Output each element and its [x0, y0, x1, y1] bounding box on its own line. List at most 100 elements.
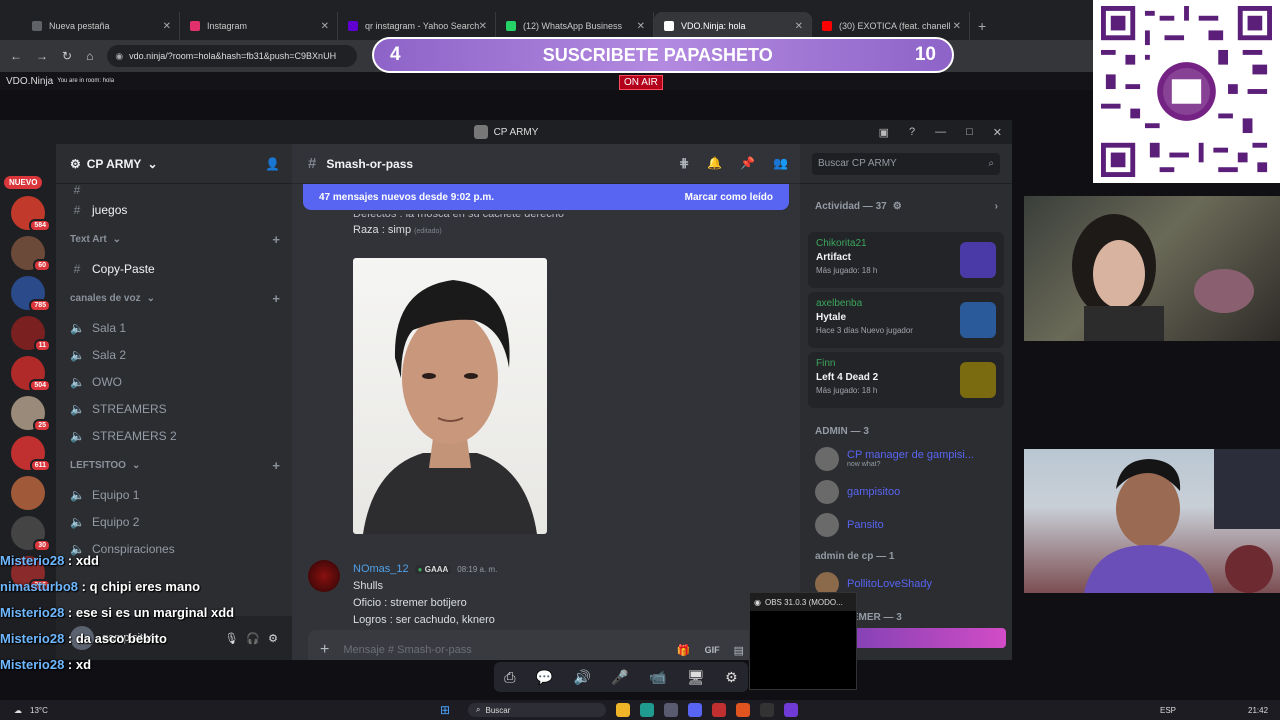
activity-card[interactable]: axelbenba Hytale Hace 3 días Nuevo jugador: [808, 292, 1004, 348]
author-avatar[interactable]: [308, 560, 340, 592]
app-icon[interactable]: [784, 703, 798, 717]
reload-icon[interactable]: ↻: [62, 49, 72, 63]
inbox-icon[interactable]: ▣: [879, 126, 889, 139]
obs-window[interactable]: ◉ OBS 31.0.3 (MODO...: [749, 592, 857, 690]
channel-item[interactable]: 🔈 Sala 1: [56, 314, 292, 341]
close-button[interactable]: ✕: [993, 126, 1002, 139]
start-button[interactable]: ⊞: [440, 703, 450, 717]
gif-icon[interactable]: GIF: [705, 645, 720, 655]
add-member-icon[interactable]: 👤: [265, 157, 280, 171]
sticker-icon[interactable]: ▤: [734, 644, 744, 657]
clock[interactable]: 21:42: [1248, 706, 1268, 715]
site-info-icon[interactable]: ◉: [115, 51, 123, 62]
file-explorer-icon[interactable]: [616, 703, 630, 717]
bell-icon[interactable]: 🔔: [707, 156, 722, 170]
app-icon[interactable]: [712, 703, 726, 717]
minimize-button[interactable]: —: [935, 126, 946, 138]
author-name[interactable]: NOmas_12: [353, 563, 409, 575]
activity-card[interactable]: Finn Left 4 Dead 2 Más jugado: 18 h: [808, 352, 1004, 408]
server-icon[interactable]: 584: [11, 196, 51, 232]
obs-app-icon[interactable]: [760, 703, 774, 717]
tab-close-icon[interactable]: ✕: [795, 21, 803, 32]
server-header[interactable]: ⚙ CP ARMY ⌄ 👤: [56, 144, 292, 184]
server-icon[interactable]: 504: [11, 356, 51, 392]
browser-tab[interactable]: Nueva pestaña ✕: [22, 12, 180, 40]
member-item[interactable]: CP manager de gampisi... now what?: [800, 442, 1012, 475]
pin-icon[interactable]: 📌: [740, 156, 755, 170]
tab-close-icon[interactable]: ✕: [637, 21, 645, 32]
taskbar-search[interactable]: ⌕ Buscar: [468, 703, 606, 717]
message-input[interactable]: + Mensaje # Smash-or-pass 🎁 GIF ▤: [308, 630, 784, 660]
screen-share-icon[interactable]: 🖥: [687, 669, 705, 686]
url-field[interactable]: ◉ vdo.ninja/?room=hola&hash=fb31&push=C9B…: [107, 45, 358, 67]
new-tab-button[interactable]: +: [978, 18, 986, 34]
browser-tab[interactable]: (12) WhatsApp Business ✕: [496, 12, 654, 40]
taskbar-search-text: Buscar: [485, 705, 511, 715]
store-icon[interactable]: [664, 703, 678, 717]
browser-tab[interactable]: VDO.Ninja: hola ✕: [654, 12, 812, 40]
server-icon[interactable]: 60: [11, 236, 51, 272]
gift-icon[interactable]: 🎁: [677, 644, 691, 657]
forward-icon[interactable]: →: [36, 49, 48, 63]
channel-category[interactable]: canales de voz ⌄ +: [56, 282, 292, 314]
search-input[interactable]: Buscar CP ARMY ⌕: [812, 152, 1000, 175]
tab-close-icon[interactable]: ✕: [163, 21, 171, 32]
channel-item[interactable]: #: [56, 184, 292, 196]
channel-item[interactable]: 🔈 STREAMERS: [56, 395, 292, 422]
banner-left-number: 4: [390, 44, 401, 65]
add-attachment-icon[interactable]: +: [320, 641, 329, 659]
help-icon[interactable]: ?: [909, 126, 915, 138]
channel-item[interactable]: # Copy-Paste: [56, 255, 292, 282]
tab-favicon-icon: [664, 21, 674, 31]
server-icon[interactable]: 30: [11, 516, 51, 552]
channel-item[interactable]: 🔈 STREAMERS 2: [56, 422, 292, 449]
tab-close-icon[interactable]: ✕: [953, 21, 961, 32]
chat-message: : da asco bebito: [64, 631, 167, 646]
settings-icon[interactable]: ⚙: [725, 669, 738, 686]
threads-icon[interactable]: ⋕: [679, 156, 689, 170]
edge-icon[interactable]: [640, 703, 654, 717]
channel-item[interactable]: 🔈 OWO: [56, 368, 292, 395]
member-item[interactable]: Pansito: [800, 508, 1012, 541]
add-channel-icon[interactable]: +: [272, 232, 280, 247]
channel-item[interactable]: 🔈 Equipo 1: [56, 481, 292, 508]
server-icon[interactable]: [11, 476, 45, 510]
new-messages-bar[interactable]: 47 mensajes nuevos desde 9:02 p.m. Marcar…: [303, 184, 789, 210]
channel-category[interactable]: LEFTSITOO ⌄ +: [56, 449, 292, 481]
channel-category[interactable]: Text Art ⌄ +: [56, 223, 292, 255]
back-icon[interactable]: ←: [10, 49, 22, 63]
discord-icon[interactable]: [688, 703, 702, 717]
browser-tab[interactable]: Instagram ✕: [180, 12, 338, 40]
brave-icon[interactable]: [736, 703, 750, 717]
activity-header[interactable]: Actividad — 37 ⚙ ›: [800, 184, 1012, 228]
server-badge: 30: [33, 539, 51, 552]
activity-card[interactable]: Chikorita21 Artifact Más jugado: 18 h: [808, 232, 1004, 288]
server-icon[interactable]: 611: [11, 436, 51, 472]
channel-item[interactable]: 🔈 Sala 2: [56, 341, 292, 368]
tab-close-icon[interactable]: ✕: [479, 21, 487, 32]
chat-icon[interactable]: 💬: [536, 669, 553, 686]
language-indicator[interactable]: ESP: [1160, 706, 1176, 715]
channel-item[interactable]: # juegos: [56, 196, 292, 223]
share-file-icon[interactable]: ⎙: [504, 669, 515, 686]
server-icon[interactable]: 11: [11, 316, 51, 352]
microphone-icon[interactable]: 🎤: [611, 669, 628, 686]
server-icon[interactable]: 25: [11, 396, 51, 432]
webcam-girl: [1024, 196, 1280, 346]
home-icon[interactable]: ⌂: [86, 49, 93, 63]
attached-photo[interactable]: [353, 258, 547, 534]
add-channel-icon[interactable]: +: [272, 291, 280, 306]
camera-icon[interactable]: 📹: [649, 669, 666, 686]
member-item[interactable]: gampisitoo: [800, 475, 1012, 508]
server-icon[interactable]: 785: [11, 276, 51, 312]
speaker-icon[interactable]: 🔊: [574, 669, 591, 686]
browser-tab[interactable]: (30) EXOTICA (feat. chanell ✕: [812, 12, 970, 40]
maximize-button[interactable]: □: [966, 126, 973, 138]
channel-item[interactable]: 🔈 Equipo 2: [56, 508, 292, 535]
browser-tab[interactable]: qr instagram - Yahoo Search ✕: [338, 12, 496, 40]
channel-label: Equipo 2: [92, 514, 140, 529]
members-icon[interactable]: 👥: [773, 156, 788, 170]
mark-as-read-button[interactable]: Marcar como leído: [685, 192, 773, 203]
add-channel-icon[interactable]: +: [272, 458, 280, 473]
tab-close-icon[interactable]: ✕: [321, 21, 329, 32]
